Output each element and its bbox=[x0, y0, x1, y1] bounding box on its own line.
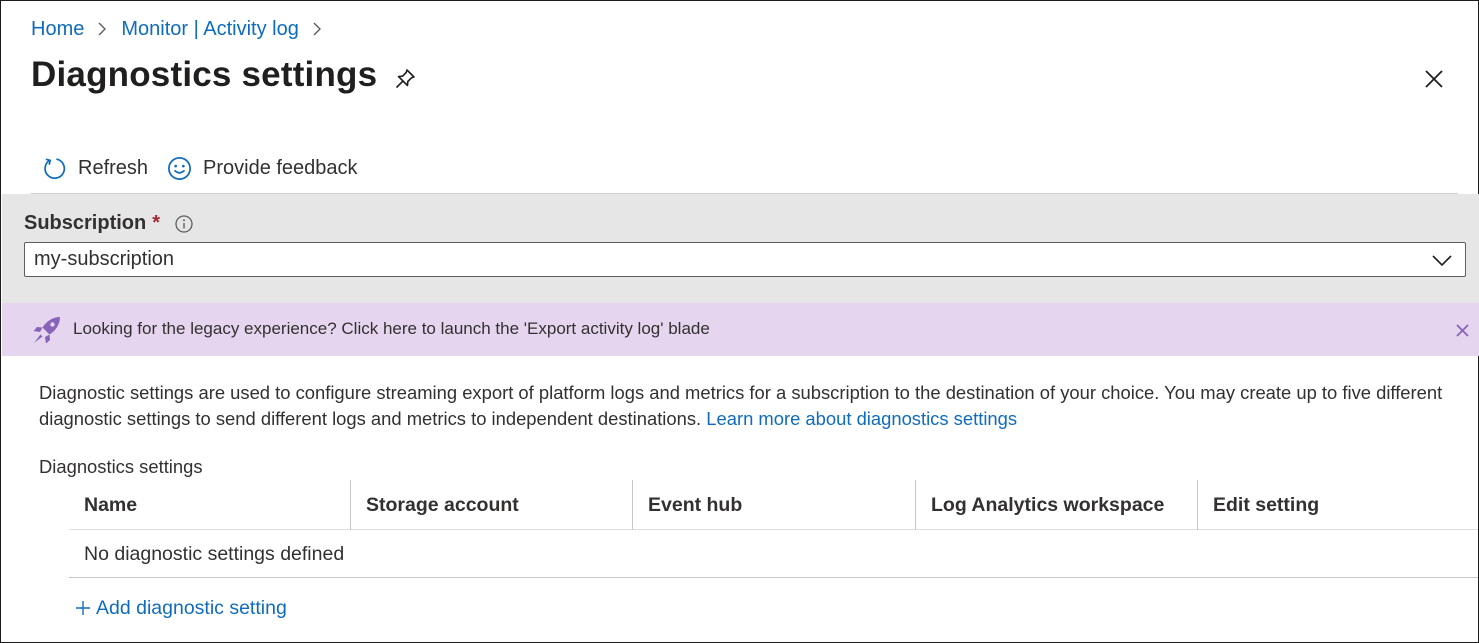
column-header-storage-account: Storage account bbox=[366, 493, 519, 516]
legacy-experience-banner: Looking for the legacy experience? Click… bbox=[2, 303, 1479, 356]
provide-feedback-button[interactable]: Provide feedback bbox=[166, 153, 358, 183]
add-diagnostic-setting-label: Add diagnostic setting bbox=[96, 596, 287, 619]
diagnostic-settings-table: Name Storage account Event hub Log Analy… bbox=[69, 480, 1478, 578]
add-diagnostic-setting-button[interactable]: Add diagnostic setting bbox=[75, 595, 287, 621]
table-header: Name Storage account Event hub Log Analy… bbox=[69, 480, 1478, 530]
provide-feedback-label: Provide feedback bbox=[203, 156, 358, 179]
blade-frame: Home Monitor | Activity log Diagnostics … bbox=[0, 0, 1479, 643]
refresh-icon bbox=[44, 157, 66, 179]
legacy-experience-link[interactable]: Looking for the legacy experience? Click… bbox=[73, 319, 710, 339]
learn-more-link[interactable]: Learn more about diagnostics settings bbox=[706, 408, 1017, 429]
column-divider bbox=[915, 480, 916, 530]
dismiss-icon[interactable] bbox=[1454, 322, 1471, 339]
column-divider bbox=[350, 480, 351, 530]
breadcrumb-home-link[interactable]: Home bbox=[31, 18, 84, 41]
smiley-icon bbox=[168, 156, 191, 180]
column-header-event-hub: Event hub bbox=[648, 493, 743, 516]
column-header-edit-setting: Edit setting bbox=[1213, 493, 1320, 516]
plus-icon bbox=[76, 601, 90, 615]
table-row: No diagnostic settings defined bbox=[69, 530, 1478, 578]
info-icon[interactable] bbox=[174, 214, 194, 234]
table-section-label: Diagnostics settings bbox=[39, 456, 203, 477]
column-divider bbox=[1197, 480, 1198, 530]
pin-icon[interactable] bbox=[393, 67, 417, 91]
page-title: Diagnostics settings bbox=[31, 55, 378, 94]
required-indicator: * bbox=[152, 212, 161, 234]
chevron-down-icon bbox=[1432, 255, 1452, 267]
empty-table-message: No diagnostic settings defined bbox=[84, 543, 345, 565]
description-text: Diagnostic settings are used to configur… bbox=[39, 380, 1459, 432]
column-header-name: Name bbox=[84, 493, 138, 516]
column-divider bbox=[632, 480, 633, 530]
chevron-right-icon bbox=[312, 21, 322, 37]
breadcrumb: Home Monitor | Activity log bbox=[31, 16, 336, 42]
subscription-label: Subscription bbox=[24, 212, 147, 234]
column-header-log-analytics-workspace: Log Analytics workspace bbox=[931, 493, 1165, 516]
subscription-dropdown[interactable]: my-subscription bbox=[24, 242, 1466, 277]
subscription-panel: Subscription * my-subscription bbox=[2, 194, 1479, 303]
rocket-icon bbox=[33, 317, 60, 344]
close-icon[interactable] bbox=[1422, 67, 1446, 91]
subscription-selected-value: my-subscription bbox=[34, 248, 175, 270]
chevron-right-icon bbox=[97, 21, 107, 37]
refresh-label: Refresh bbox=[78, 156, 149, 179]
command-bar: Refresh Provide feedback bbox=[31, 148, 1458, 194]
subscription-label-group: Subscription * bbox=[24, 212, 194, 235]
refresh-button[interactable]: Refresh bbox=[41, 153, 148, 183]
breadcrumb-activity-log-link[interactable]: Monitor | Activity log bbox=[121, 18, 298, 41]
